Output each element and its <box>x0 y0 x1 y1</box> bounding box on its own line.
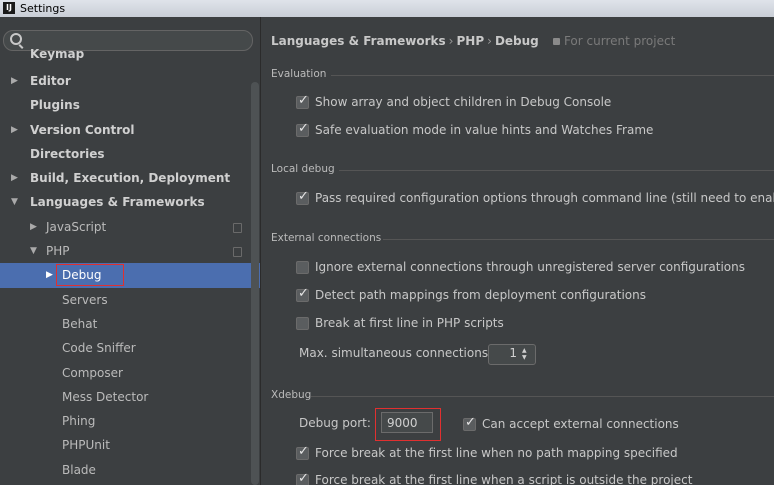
tree-item-label: JavaScript <box>46 219 107 234</box>
tree-item-label: Code Sniffer <box>62 341 136 356</box>
max-connections-label: Max. simultaneous connections: <box>299 346 493 360</box>
breadcrumb-item: Debug <box>494 34 539 48</box>
tree-item-debug[interactable]: ▶ Debug <box>0 263 260 288</box>
tree-item-mess-detector[interactable]: Mess Detector <box>0 385 260 409</box>
settings-tree: Keymap ▶ Editor Plugins ▶ Version Contro… <box>0 49 260 482</box>
tree-item-servers[interactable]: Servers <box>0 288 260 312</box>
section-title-xdebug: Xdebug <box>271 389 312 401</box>
tree-item-label: Editor <box>30 74 71 88</box>
tree-item-label: PHPUnit <box>62 438 110 453</box>
annotation-highlight-box <box>375 408 441 441</box>
annotation-highlight-box <box>56 264 124 287</box>
tree-item-javascript[interactable]: ▶ JavaScript <box>0 215 260 239</box>
section-divider <box>383 239 774 240</box>
breadcrumb-separator: › <box>487 34 492 48</box>
section-title-external-connections: External connections <box>271 232 382 244</box>
tree-item-composer[interactable]: Composer <box>0 361 260 385</box>
section-divider <box>311 396 774 397</box>
checkbox-label: Break at first line in PHP scripts <box>315 316 504 330</box>
tree-item-label: Phing <box>62 414 96 429</box>
debug-port-label: Debug port: <box>299 416 371 430</box>
spinner-value: 1 <box>509 346 517 360</box>
project-scope-icon <box>233 222 242 233</box>
expand-arrow-icon[interactable]: ▶ <box>11 69 18 93</box>
max-connections-spinner[interactable]: 1 ▲ ▼ <box>488 344 536 365</box>
expand-arrow-icon[interactable]: ▶ <box>30 215 37 239</box>
scope-hint: For current project <box>552 34 676 48</box>
checkbox-label: Can accept external connections <box>482 417 679 431</box>
checkbox-box[interactable] <box>296 121 309 137</box>
expand-arrow-icon[interactable]: ▶ <box>11 118 18 142</box>
tree-item-label: Blade <box>62 462 96 477</box>
breadcrumb-item: Languages & Frameworks <box>271 34 446 48</box>
tree-item-label: Keymap <box>30 49 85 61</box>
section-title-local-debug: Local debug <box>271 163 335 175</box>
tree-item-phing[interactable]: Phing <box>0 409 260 433</box>
checkbox-label: Ignore external connections through unre… <box>315 260 746 274</box>
checkbox-label: Show array and object children in Debug … <box>315 95 612 109</box>
tree-item-label: Behat <box>62 316 98 331</box>
checkbox-box[interactable] <box>296 189 309 205</box>
section-title-evaluation: Evaluation <box>271 68 327 80</box>
checkbox-label: Force break at the first line when a scr… <box>315 473 693 485</box>
checkbox-box[interactable] <box>463 415 476 431</box>
tree-item-build[interactable]: ▶ Build, Execution, Deployment <box>0 166 260 190</box>
tree-item-blade[interactable]: Blade <box>0 458 260 482</box>
checkbox-box[interactable] <box>296 93 309 109</box>
checkbox-label: Force break at the first line when no pa… <box>315 446 678 460</box>
tree-item-languages[interactable]: ▼ Languages & Frameworks <box>0 190 260 214</box>
tree-item-code-sniffer[interactable]: Code Sniffer <box>0 336 260 360</box>
breadcrumb: Languages & Frameworks › PHP › Debug For cur… <box>271 34 675 48</box>
checkbox-box[interactable] <box>296 471 309 485</box>
checkbox-box[interactable] <box>296 444 309 460</box>
tree-item-label: PHP <box>46 244 70 259</box>
checkbox-box[interactable] <box>296 286 309 302</box>
search-input[interactable] <box>3 30 253 51</box>
window-title: Settings <box>20 2 66 15</box>
breadcrumb-separator: › <box>448 34 454 48</box>
collapse-arrow-icon[interactable]: ▼ <box>11 190 18 214</box>
checkbox-box[interactable] <box>296 261 309 274</box>
expand-arrow-icon[interactable]: ▶ <box>46 263 53 287</box>
checkbox-box[interactable] <box>296 317 309 330</box>
section-divider <box>331 75 774 76</box>
search-icon <box>10 33 22 45</box>
checkbox-label: Detect path mappings from deployment con… <box>315 288 647 302</box>
tree-item-label: Languages & Frameworks <box>30 195 205 210</box>
tree-item-keymap[interactable]: Keymap <box>0 49 260 69</box>
tree-item-label: Composer <box>62 365 123 380</box>
tree-item-plugins[interactable]: Plugins <box>0 93 260 117</box>
project-scope-icon <box>552 38 560 45</box>
collapse-arrow-icon[interactable]: ▼ <box>30 239 37 263</box>
tree-item-label: Servers <box>62 292 108 307</box>
tree-item-label: Version Control <box>30 122 135 137</box>
settings-content-panel: Languages & Frameworks › PHP › Debug For cur… <box>261 17 774 485</box>
scope-label: For current project <box>563 34 676 48</box>
checkbox-label: Pass required configuration options thro… <box>315 191 774 205</box>
checkbox-label: Safe evaluation mode in value hints and … <box>315 123 654 137</box>
tree-item-behat[interactable]: Behat <box>0 312 260 336</box>
tree-item-label: Plugins <box>30 98 80 113</box>
expand-arrow-icon[interactable]: ▶ <box>11 166 18 190</box>
tree-item-label: Directories <box>30 146 105 161</box>
settings-sidebar: Keymap ▶ Editor Plugins ▶ Version Contro… <box>0 27 260 485</box>
tree-item-editor[interactable]: ▶ Editor <box>0 69 260 93</box>
breadcrumb-item: PHP <box>456 34 485 48</box>
tree-item-label: Build, Execution, Deployment <box>30 171 231 186</box>
project-scope-icon <box>233 247 242 258</box>
title-bar: IJ Settings <box>0 0 774 17</box>
tree-item-directories[interactable]: Directories <box>0 142 260 166</box>
tree-item-label: Mess Detector <box>62 389 149 404</box>
tree-item-version-control[interactable]: ▶ Version Control <box>0 118 260 142</box>
section-divider <box>339 170 774 171</box>
app-icon: IJ <box>3 2 15 14</box>
sidebar-scrollbar[interactable] <box>251 82 259 485</box>
tree-item-phpunit[interactable]: PHPUnit <box>0 433 260 457</box>
spinner-arrows-icon[interactable]: ▲ ▼ <box>522 347 532 361</box>
tree-item-php[interactable]: ▼ PHP <box>0 239 260 263</box>
